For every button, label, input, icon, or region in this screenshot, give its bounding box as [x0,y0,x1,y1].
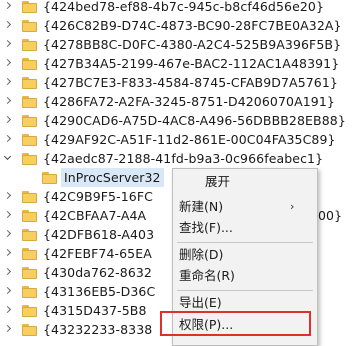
registry-key-label: {42C9B9F5-16FC [43,189,153,204]
chevron-right-icon[interactable] [3,59,12,68]
registry-key-label: {42CBFAA7-A4A [43,208,147,223]
menu-item-label: 权限(P)... [179,317,234,332]
folder-icon [22,286,38,298]
folder-icon [22,77,38,89]
chevron-right-icon[interactable] [3,192,12,201]
tree-row[interactable]: {4290CAD6-A75D-4AC8-A496-56DBBB28EB88} [0,111,352,130]
registry-key-label: {424bed78-ef88-4b7c-945c-b8cf46d56e20} [43,0,325,14]
registry-key-label: {427BC7E3-F833-4584-8745-CFAB9D7A5761} [43,75,338,90]
folder-icon [22,210,38,222]
tree-row[interactable]: {424bed78-ef88-4b7c-945c-b8cf46d56e20} [0,0,352,16]
menu-item-export[interactable]: 导出(E) [173,293,317,313]
tree-row[interactable]: {429AF92C-A51F-11d2-861E-00C04FA35C89} [0,130,352,149]
tree-row[interactable]: {427BC7E3-F833-4584-8745-CFAB9D7A5761} [0,73,352,92]
chevron-right-icon[interactable] [3,2,12,11]
chevron-right-icon[interactable] [3,40,12,49]
chevron-right-icon[interactable] [3,78,12,87]
folder-icon [22,115,38,127]
menu-separator [177,242,313,243]
chevron-right-icon: › [290,200,295,213]
folder-icon [22,191,38,203]
menu-item-find[interactable]: 查找(F)... [173,218,317,238]
chevron-right-icon[interactable] [3,230,12,239]
menu-item-new[interactable]: 新建(N) › [173,197,317,217]
registry-key-label: {4315D437-5B8 [43,303,147,318]
folder-icon [42,172,58,184]
chevron-right-icon[interactable] [3,97,12,106]
registry-key-label: {43136EB5-D36C [43,284,156,299]
folder-icon [22,39,38,51]
chevron-down-icon[interactable] [3,154,12,163]
registry-key-label: {427B34A5-2199-467e-BAC2-112AC1A48391} [43,56,340,71]
chevron-right-icon[interactable] [3,325,12,334]
menu-item-rename[interactable]: 重命名(R) [173,266,317,286]
registry-key-label: {43232233-8338 [43,322,153,337]
menu-item-label: 删除(D) [179,247,224,262]
menu-separator [177,290,313,291]
chevron-right-icon[interactable] [3,211,12,220]
folder-icon [22,20,38,32]
chevron-right-icon[interactable] [3,287,12,296]
menu-item-permissions[interactable]: 权限(P)... [173,315,317,335]
registry-key-label-tail: 00} [318,208,343,223]
menu-item-expand[interactable]: 展开 [173,172,317,192]
folder-icon [22,134,38,146]
menu-item-label: 导出(E) [179,295,222,310]
registry-key-label: InProcServer32 [61,168,164,187]
tree-row[interactable]: {42aedc87-2188-41fd-b9a3-0c966feabec1} [0,149,352,168]
chevron-right-icon[interactable] [3,21,12,30]
folder-icon [22,267,38,279]
folder-icon [22,305,38,317]
registry-key-label: {4290CAD6-A75D-4AC8-A496-56DBBB28EB88} [43,113,346,128]
chevron-right-icon[interactable] [3,249,12,258]
registry-key-label: {42FEBF74-65EA [43,246,152,261]
registry-key-label: {426C82B9-D74C-4873-BC90-28FC7BE0A32A} [43,18,342,33]
folder-icon [22,1,38,13]
registry-key-label: {42DFB618-A403 [43,227,155,242]
tree-row[interactable]: {427B34A5-2199-467e-BAC2-112AC1A48391} [0,54,352,73]
menu-item-label: 展开 [205,174,231,189]
menu-item-label: 查找(F)... [179,220,233,235]
registry-key-label: {430da762-8632 [43,265,152,280]
tree-row[interactable]: {426C82B9-D74C-4873-BC90-28FC7BE0A32A} [0,16,352,35]
registry-key-label: {4278BB8C-D0FC-4380-A2C4-525B9A396F5B} [43,37,342,52]
chevron-right-icon[interactable] [3,116,12,125]
folder-icon [22,58,38,70]
tree-row[interactable]: {4278BB8C-D0FC-4380-A2C4-525B9A396F5B} [0,35,352,54]
chevron-right-icon[interactable] [3,268,12,277]
tree-row[interactable]: {4286FA72-A2FA-3245-8751-D4206070A191} [0,92,352,111]
menu-item-label: 新建(N) [179,199,224,214]
registry-key-label: {4286FA72-A2FA-3245-8751-D4206070A191} [43,94,335,109]
chevron-right-icon[interactable] [3,135,12,144]
folder-icon [22,96,38,108]
context-menu: 展开 新建(N) › 查找(F)... 删除(D) 重命名(R) 导出(E) 权… [172,168,318,346]
menu-item-delete[interactable]: 删除(D) [173,245,317,265]
folder-icon [22,229,38,241]
chevron-right-icon[interactable] [3,306,12,315]
folder-icon [22,248,38,260]
registry-key-label: {42aedc87-2188-41fd-b9a3-0c966feabec1} [43,151,324,166]
registry-key-label: {429AF92C-A51F-11d2-861E-00C04FA35C89} [43,132,336,147]
folder-icon [22,153,38,165]
folder-icon [22,324,38,336]
menu-item-label: 重命名(R) [179,268,235,283]
